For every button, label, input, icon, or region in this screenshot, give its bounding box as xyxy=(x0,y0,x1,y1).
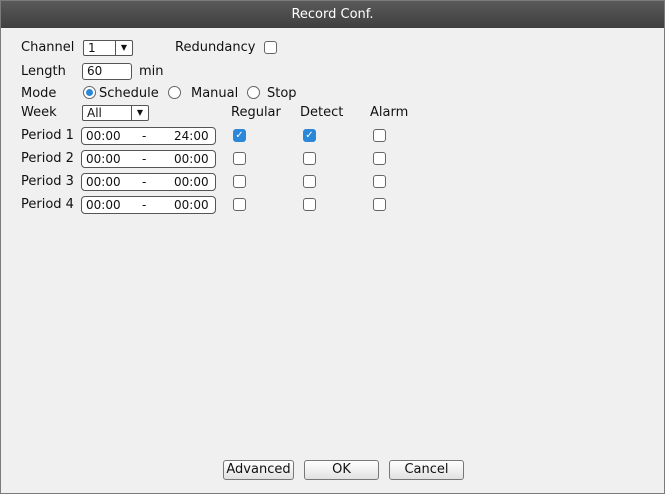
mode-stop-radio[interactable] xyxy=(247,86,260,99)
period-3-start-time[interactable]: 00:00 xyxy=(86,174,121,190)
period-3-detect-checkbox[interactable] xyxy=(303,175,316,188)
period-3-regular-checkbox[interactable] xyxy=(233,175,246,188)
length-input[interactable]: 60 xyxy=(82,63,132,80)
time-range-separator: - xyxy=(142,152,147,166)
channel-value: 1 xyxy=(88,41,96,55)
period-1-start-time[interactable]: 00:00 xyxy=(86,128,121,144)
period-4-alarm-checkbox[interactable] xyxy=(373,198,386,211)
column-header-alarm: Alarm xyxy=(370,105,409,120)
period-3-alarm-checkbox[interactable] xyxy=(373,175,386,188)
period-1-end-time[interactable]: 24:00 xyxy=(174,128,209,144)
period-2-start-time[interactable]: 00:00 xyxy=(86,151,121,167)
period-1-regular-checkbox[interactable]: ✓ xyxy=(233,129,246,142)
time-range-separator: - xyxy=(142,175,147,189)
channel-select[interactable]: 1 ▼ xyxy=(83,40,133,56)
period-2-time-range[interactable]: 00:00 - 00:00 xyxy=(81,150,216,168)
mode-manual-radio[interactable] xyxy=(168,86,181,99)
period-1-detect-checkbox[interactable]: ✓ xyxy=(303,129,316,142)
period-1-label: Period 1 xyxy=(21,128,74,143)
chevron-down-icon: ▼ xyxy=(131,106,148,120)
advanced-button[interactable]: Advanced xyxy=(223,460,294,480)
mode-stop-label[interactable]: Stop xyxy=(267,86,297,102)
column-header-detect: Detect xyxy=(300,105,344,120)
period-3-end-time[interactable]: 00:00 xyxy=(174,174,209,190)
chevron-down-icon: ▼ xyxy=(115,41,132,55)
week-label: Week xyxy=(21,105,57,120)
period-2-detect-checkbox[interactable] xyxy=(303,152,316,165)
column-header-regular: Regular xyxy=(231,105,281,120)
period-1-alarm-checkbox[interactable] xyxy=(373,129,386,142)
period-4-time-range[interactable]: 00:00 - 00:00 xyxy=(81,196,216,214)
cancel-button[interactable]: Cancel xyxy=(389,460,464,480)
mode-schedule-radio[interactable] xyxy=(83,86,96,99)
week-value: All xyxy=(87,106,102,120)
redundancy-checkbox[interactable] xyxy=(264,41,277,54)
period-3-time-range[interactable]: 00:00 - 00:00 xyxy=(81,173,216,191)
redundancy-label: Redundancy xyxy=(175,40,256,55)
time-range-separator: - xyxy=(142,129,147,143)
period-4-end-time[interactable]: 00:00 xyxy=(174,197,209,213)
period-4-start-time[interactable]: 00:00 xyxy=(86,197,121,213)
period-2-end-time[interactable]: 00:00 xyxy=(174,151,209,167)
period-4-regular-checkbox[interactable] xyxy=(233,198,246,211)
length-unit: min xyxy=(139,64,164,79)
period-3-label: Period 3 xyxy=(21,174,74,189)
mode-manual-label[interactable]: Manual xyxy=(191,86,238,102)
ok-button[interactable]: OK xyxy=(304,460,379,480)
length-label: Length xyxy=(21,64,66,79)
mode-schedule-label[interactable]: Schedule xyxy=(99,86,159,102)
period-2-regular-checkbox[interactable] xyxy=(233,152,246,165)
period-2-label: Period 2 xyxy=(21,151,74,166)
week-select[interactable]: All ▼ xyxy=(82,105,149,121)
period-1-time-range[interactable]: 00:00 - 24:00 xyxy=(81,127,216,145)
dialog-title: Record Conf. xyxy=(1,1,664,28)
channel-label: Channel xyxy=(21,40,75,55)
period-4-label: Period 4 xyxy=(21,197,74,212)
mode-label: Mode xyxy=(21,86,57,101)
time-range-separator: - xyxy=(142,198,147,212)
record-conf-dialog: Record Conf. Channel 1 ▼ Redundancy Leng… xyxy=(0,0,665,494)
period-4-detect-checkbox[interactable] xyxy=(303,198,316,211)
period-2-alarm-checkbox[interactable] xyxy=(373,152,386,165)
